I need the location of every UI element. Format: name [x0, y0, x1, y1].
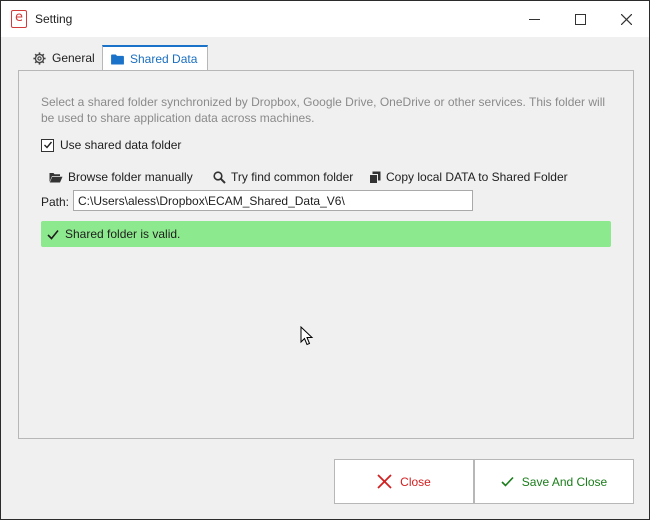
copy-local-data-label: Copy local DATA to Shared Folder [386, 170, 568, 184]
window-title: Setting [35, 12, 73, 26]
tab-general[interactable]: General [25, 46, 103, 70]
shared-folder-description: Select a shared folder synchronized by D… [41, 95, 606, 125]
title-bar[interactable]: e Setting [1, 1, 649, 37]
tab-shared-data[interactable]: Shared Data [102, 45, 208, 71]
find-common-folder-button[interactable]: Try find common folder [213, 170, 353, 184]
browse-folder-label: Browse folder manually [68, 170, 193, 184]
copy-local-data-button[interactable]: Copy local DATA to Shared Folder [369, 170, 568, 184]
close-button[interactable]: Close [334, 459, 474, 504]
tab-shared-data-label: Shared Data [130, 52, 198, 66]
folder-icon [111, 53, 124, 65]
close-window-button[interactable] [603, 1, 649, 37]
search-icon [213, 170, 226, 184]
open-folder-icon [49, 172, 63, 182]
status-text: Shared folder is valid. [65, 227, 181, 241]
minimize-icon [528, 18, 540, 20]
close-button-label: Close [400, 474, 431, 489]
save-and-close-button[interactable]: Save And Close [474, 459, 634, 504]
app-logo-icon: e [11, 10, 27, 28]
path-input[interactable] [73, 190, 473, 211]
close-icon [620, 13, 632, 25]
checkmark-icon [43, 141, 52, 149]
mouse-pointer-icon [300, 326, 314, 346]
copy-icon [369, 171, 381, 184]
maximize-button[interactable] [557, 1, 603, 37]
tab-general-label: General [52, 51, 95, 65]
use-shared-checkbox-row[interactable]: Use shared data folder [41, 138, 181, 152]
settings-window: e Setting General Shared Data Select a s… [0, 0, 650, 520]
check-icon [501, 476, 514, 487]
shared-data-panel: Select a shared folder synchronized by D… [18, 70, 634, 439]
save-and-close-label: Save And Close [521, 474, 608, 489]
use-shared-label: Use shared data folder [60, 138, 182, 152]
checkmark-icon [47, 229, 59, 240]
close-x-icon [377, 474, 392, 489]
status-banner: Shared folder is valid. [41, 221, 611, 247]
path-label: Path: [41, 195, 70, 209]
use-shared-checkbox[interactable] [41, 138, 54, 152]
gear-icon [33, 51, 46, 65]
find-common-folder-label: Try find common folder [231, 170, 354, 184]
maximize-icon [574, 13, 586, 25]
browse-folder-button[interactable]: Browse folder manually [49, 170, 193, 184]
minimize-button[interactable] [511, 1, 557, 37]
